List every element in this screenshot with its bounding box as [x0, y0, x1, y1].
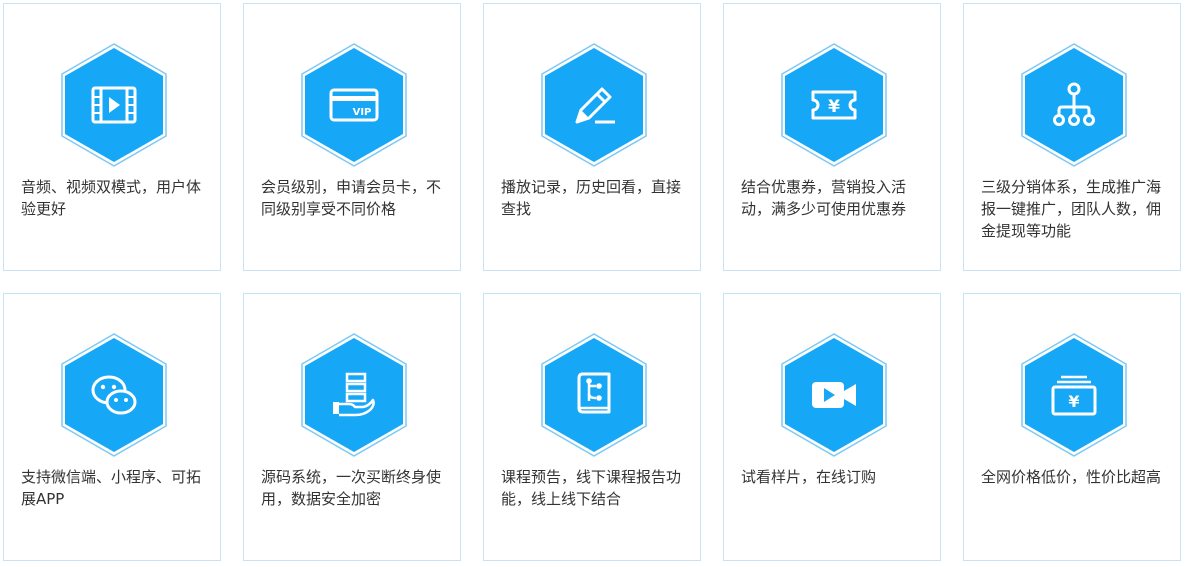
feature-description: 三级分销体系，生成推广海报一键推广，团队人数，佣金提现等功能	[981, 178, 1162, 240]
feature-card-source-code: 源码系统，一次买断终身使用，数据安全加密	[243, 293, 461, 561]
feature-description: 课程预告，线下课程报告功能，线上线下结合	[501, 468, 682, 508]
hexagon-badge: ¥	[1019, 332, 1129, 458]
wechat-icon	[91, 375, 137, 415]
yen-wallet-icon: ¥	[1051, 375, 1097, 416]
hexagon-badge	[1019, 42, 1129, 168]
yen-symbol: ¥	[1068, 392, 1079, 411]
feature-description: 会员级别，申请会员卡，不同级别享受不同价格	[261, 178, 442, 218]
video-camera-icon	[812, 382, 856, 408]
feature-description: 音频、视频双模式，用户体验更好	[21, 178, 202, 218]
feature-description: 结合优惠券，营销投入活动，满多少可使用优惠券	[741, 178, 907, 218]
feature-card-membership: VIP 会员级别，申请会员卡，不同级别享受不同价格	[243, 3, 461, 271]
hexagon-badge	[59, 332, 169, 458]
feature-card-playback-history: 播放记录，历史回看，直接查找	[483, 3, 701, 271]
hexagon-badge	[539, 42, 649, 168]
feature-description: 源码系统，一次买断终身使用，数据安全加密	[261, 468, 442, 508]
vip-label: VIP	[353, 107, 372, 118]
hexagon-badge	[779, 332, 889, 458]
feature-description: 支持微信端、小程序、可拓展APP	[21, 468, 202, 508]
feature-card-distribution: 三级分销体系，生成推广海报一键推广，团队人数，佣金提现等功能	[963, 3, 1181, 271]
server-hand-icon	[333, 372, 375, 417]
hexagon-badge	[539, 332, 649, 458]
yen-coupon-icon: ¥	[811, 90, 857, 120]
video-player-icon	[91, 86, 137, 124]
distribution-tree-icon	[1053, 82, 1095, 126]
feature-description: 全网价格低价，性价比超高	[981, 468, 1162, 486]
vip-card-icon: VIP	[329, 88, 379, 122]
feature-card-trial-video: 试看样片，在线订购	[723, 293, 941, 561]
feature-card-multi-platform: 支持微信端、小程序、可拓展APP	[3, 293, 221, 561]
yen-symbol: ¥	[828, 97, 840, 117]
hexagon-badge	[59, 42, 169, 168]
hexagon-badge: ¥	[779, 42, 889, 168]
feature-card-course-preview: 课程预告，线下课程报告功能，线上线下结合	[483, 293, 701, 561]
hexagon-badge: VIP	[299, 42, 409, 168]
feature-card-coupon: ¥ 结合优惠券，营销投入活动，满多少可使用优惠券	[723, 3, 941, 271]
feature-card-low-price: ¥ 全网价格低价，性价比超高	[963, 293, 1181, 561]
feature-description: 播放记录，历史回看，直接查找	[501, 178, 682, 218]
feature-card-audio-video: 音频、视频双模式，用户体验更好	[3, 3, 221, 271]
pencil-edit-icon	[575, 87, 615, 124]
feature-description: 试看样片，在线订购	[741, 468, 877, 486]
course-book-icon	[577, 372, 611, 414]
hexagon-badge	[299, 332, 409, 458]
